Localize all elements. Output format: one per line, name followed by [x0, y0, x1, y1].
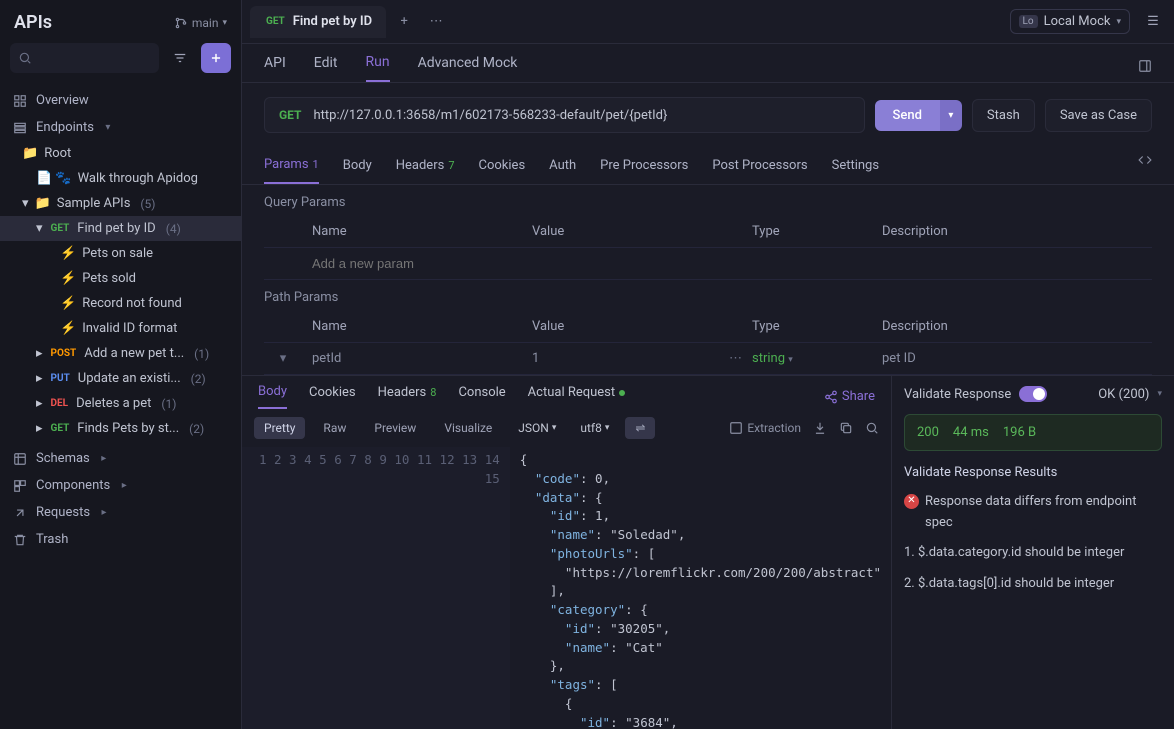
add-param-row[interactable]	[264, 248, 1152, 280]
tab-more-button[interactable]: ⋯	[422, 8, 450, 36]
lightning-icon: ⚡	[60, 246, 76, 261]
tree-item-pets-sale[interactable]: ⚡Pets on sale	[0, 241, 241, 266]
status-text: OK (200)	[1098, 387, 1149, 402]
nav-requests[interactable]: Requests▸	[0, 499, 241, 526]
tree-walkthrough[interactable]: 📄 🐾 Walk through Apidog	[0, 166, 241, 191]
subtabs: API Edit Run Advanced Mock	[242, 44, 1174, 83]
nav-endpoints[interactable]: Endpoints ▾	[0, 114, 241, 141]
save-case-button[interactable]: Save as Case	[1045, 99, 1152, 132]
tree-item-pets-sold[interactable]: ⚡Pets sold	[0, 266, 241, 291]
stash-button[interactable]: Stash	[972, 99, 1035, 132]
lightning-icon: ⚡	[60, 296, 76, 311]
resptab-console[interactable]: Console	[458, 385, 505, 408]
fmt-json-select[interactable]: JSON▾	[510, 417, 564, 439]
add-param-input[interactable]	[312, 256, 522, 271]
tree-item-not-found[interactable]: ⚡Record not found	[0, 291, 241, 316]
resptab-actual[interactable]: Actual Request	[528, 385, 625, 408]
extraction-button[interactable]: Extraction	[729, 421, 801, 435]
nav-overview[interactable]: Overview	[0, 87, 241, 114]
tree-root[interactable]: 📁 Root	[0, 141, 241, 166]
endpoints-icon	[12, 121, 28, 135]
tree-item-delete-pet[interactable]: ▸DELDeletes a pet(1)	[0, 391, 241, 416]
send-dropdown[interactable]: ▾	[940, 100, 962, 131]
download-icon[interactable]	[813, 421, 827, 435]
fmt-utf8-select[interactable]: utf8▾	[572, 417, 617, 439]
fmt-raw[interactable]: Raw	[313, 417, 356, 439]
folder-icon: 📁	[22, 146, 38, 161]
lightning-icon: ⚡	[60, 321, 76, 336]
reqtab-body[interactable]: Body	[343, 148, 372, 183]
tabbar: GET Find pet by ID + ⋯ Lo Local Mock ▾ ☰	[242, 0, 1174, 44]
tree-item-update-pet[interactable]: ▸PUTUpdate an existi...(2)	[0, 366, 241, 391]
query-params-label: Query Params	[242, 185, 1174, 216]
trash-icon	[12, 533, 28, 547]
chevron-down-icon[interactable]: ▾	[1157, 389, 1162, 399]
share-button[interactable]: Share	[824, 389, 875, 404]
reqtab-params[interactable]: Params1	[264, 147, 319, 184]
subtab-run[interactable]: Run	[366, 54, 390, 82]
results-title: Validate Response Results	[904, 463, 1162, 484]
validate-label: Validate Response	[904, 387, 1011, 402]
nav-components[interactable]: Components▸	[0, 472, 241, 499]
send-button[interactable]: Send ▾	[875, 100, 962, 131]
reqtab-cookies[interactable]: Cookies	[479, 148, 526, 183]
response-stats: 200 44 ms 196 B	[904, 414, 1162, 451]
folder-icon: 📁	[35, 196, 51, 211]
branch-selector[interactable]: main ▾	[174, 16, 227, 30]
subtab-mock[interactable]: Advanced Mock	[418, 55, 518, 81]
resptab-headers[interactable]: Headers8	[378, 385, 437, 408]
response-body[interactable]: 1 2 3 4 5 6 7 8 9 10 11 12 13 14 15 { "c…	[242, 447, 891, 729]
url-input[interactable]: GET http://127.0.0.1:3658/m1/602173-5682…	[264, 97, 865, 133]
components-icon	[12, 479, 28, 493]
tab-find-pet[interactable]: GET Find pet by ID	[250, 6, 386, 38]
tree-item-invalid-id[interactable]: ⚡Invalid ID format	[0, 316, 241, 341]
panel-toggle-icon[interactable]	[1138, 59, 1152, 77]
resptab-body[interactable]: Body	[258, 384, 287, 409]
path-param-row[interactable]: ▾ petId 1⋯ string ▾ pet ID	[264, 343, 1152, 375]
copy-icon[interactable]	[839, 421, 853, 435]
sidebar-title: APIs	[14, 12, 52, 33]
path-param-header: Name Value Type Description	[264, 311, 1152, 343]
param-header: Name Value Type Description	[264, 216, 1152, 248]
environment-selector[interactable]: Lo Local Mock ▾	[1010, 9, 1130, 34]
reqtab-headers[interactable]: Headers7	[396, 148, 455, 183]
subtab-edit[interactable]: Edit	[314, 55, 338, 81]
fmt-visualize[interactable]: Visualize	[434, 417, 502, 439]
fmt-wrap[interactable]: ⇌	[625, 417, 655, 439]
main: GET Find pet by ID + ⋯ Lo Local Mock ▾ ☰…	[242, 0, 1174, 729]
validation-rule: 2. $.data.tags[0].id should be integer	[904, 574, 1162, 595]
overview-icon	[12, 94, 28, 108]
tab-add-button[interactable]: +	[390, 8, 418, 36]
nav-trash[interactable]: Trash	[0, 526, 241, 553]
filter-button[interactable]	[165, 43, 195, 73]
reqtab-settings[interactable]: Settings	[832, 148, 879, 183]
resptab-cookies[interactable]: Cookies	[309, 385, 356, 408]
subtab-api[interactable]: API	[264, 55, 286, 81]
nav-schemas[interactable]: Schemas▸	[0, 445, 241, 472]
requests-icon	[12, 506, 28, 520]
reqtab-pre[interactable]: Pre Processors	[600, 148, 688, 183]
reqtab-post[interactable]: Post Processors	[712, 148, 807, 183]
search-input[interactable]	[10, 43, 159, 73]
code-icon[interactable]	[1138, 153, 1152, 179]
menu-button[interactable]: ☰	[1140, 14, 1166, 29]
tree-item-find-pet[interactable]: ▾ GET Find pet by ID (4)	[0, 216, 241, 241]
schemas-icon	[12, 452, 28, 466]
fmt-pretty[interactable]: Pretty	[254, 417, 305, 439]
add-button[interactable]	[201, 43, 231, 73]
validation-rule: 1. $.data.category.id should be integer	[904, 543, 1162, 564]
validate-toggle[interactable]	[1019, 386, 1047, 402]
error-icon: ✕	[904, 494, 919, 509]
path-params-label: Path Params	[242, 280, 1174, 311]
tree-item-find-status[interactable]: ▸GETFinds Pets by st...(2)	[0, 416, 241, 441]
doc-icon: 📄 🐾	[36, 171, 72, 186]
validation-error: ✕ Response data differs from endpoint sp…	[904, 492, 1162, 534]
search-icon[interactable]	[865, 421, 879, 435]
fmt-preview[interactable]: Preview	[364, 417, 426, 439]
reqtab-auth[interactable]: Auth	[549, 148, 576, 183]
sidebar: APIs main ▾ Overview Endpoints ▾ �	[0, 0, 242, 729]
tree-sample-apis[interactable]: ▾ 📁 Sample APIs (5)	[0, 191, 241, 216]
tree-item-add-pet[interactable]: ▸POSTAdd a new pet t...(1)	[0, 341, 241, 366]
lightning-icon: ⚡	[60, 271, 76, 286]
